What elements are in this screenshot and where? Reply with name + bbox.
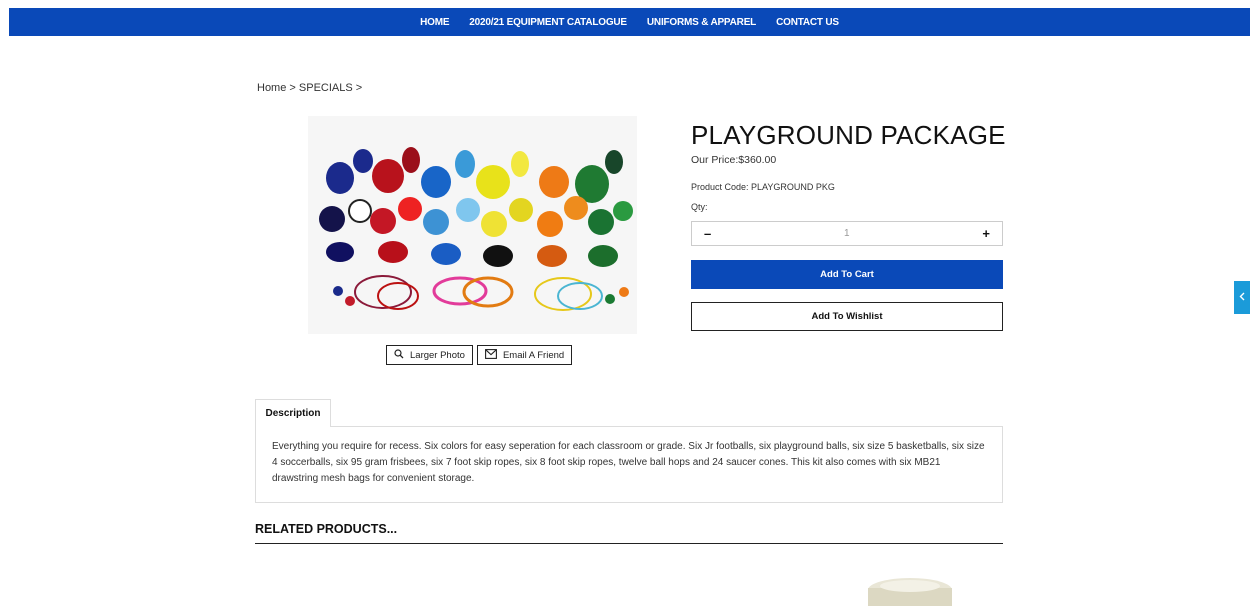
qty-increment-button[interactable]: + [982,226,990,241]
breadcrumb-separator-trailing: > [355,82,363,94]
add-to-cart-button[interactable]: Add To Cart [691,260,1003,289]
chevron-left-icon [1239,292,1245,304]
product-code: Product Code: PLAYGROUND PKG [691,182,835,192]
qty-label: Qty: [691,202,708,212]
zoom-icon [394,348,404,362]
larger-photo-button[interactable]: Larger Photo [386,345,473,365]
nav-home[interactable]: HOME [420,17,449,28]
product-title: PLAYGROUND PACKAGE [691,120,1006,150]
nav-equipment-catalogue[interactable]: 2020/21 EQUIPMENT CATALOGUE [469,17,627,28]
nav-contact-us[interactable]: CONTACT US [776,17,839,28]
breadcrumb-home[interactable]: Home [257,82,286,94]
email-friend-label: Email A Friend [502,349,565,361]
breadcrumb: Home > SPECIALS > [257,82,362,94]
tab-description[interactable]: Description [255,399,331,427]
envelope-icon [484,348,497,362]
description-text: Everything you require for recess. Six c… [272,441,985,484]
product-price: Our Price:$360.00 [691,154,777,166]
email-friend-button[interactable]: Email A Friend [476,345,573,365]
related-product-thumbnail[interactable] [862,576,958,606]
qty-input[interactable]: 1 [844,228,850,239]
related-divider [255,543,1003,544]
add-to-wishlist-button[interactable]: Add To Wishlist [691,302,1003,331]
top-navigation: HOME 2020/21 EQUIPMENT CATALOGUE UNIFORM… [9,8,1250,36]
breadcrumb-specials[interactable]: SPECIALS [299,82,353,94]
breadcrumb-separator: > [289,82,296,94]
quantity-stepper: – 1 + [691,221,1003,246]
related-products-heading: RELATED PRODUCTS... [255,522,398,536]
qty-decrement-button[interactable]: – [704,226,711,241]
product-image[interactable] [308,116,637,334]
product-image-art [308,116,637,334]
side-panel-toggle[interactable] [1234,281,1250,314]
image-actions: Larger Photo Email A Friend [386,345,573,365]
larger-photo-label: Larger Photo [410,349,465,361]
description-panel: Everything you require for recess. Six c… [255,426,1003,503]
nav-uniforms-apparel[interactable]: UNIFORMS & APPAREL [647,17,756,28]
